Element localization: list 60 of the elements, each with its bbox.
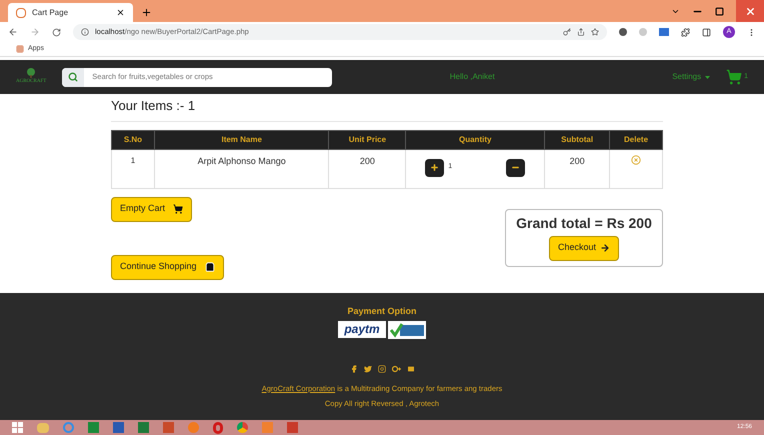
settings-dropdown[interactable]: Settings xyxy=(672,71,710,83)
app-tile-icon[interactable] xyxy=(262,422,273,433)
grand-total-text: Grand total = Rs 200 xyxy=(516,214,652,232)
greeting-text: Hello ,Aniket xyxy=(450,71,495,83)
twitter-icon[interactable] xyxy=(364,364,372,372)
tab-title: Cart Page xyxy=(32,6,70,18)
app-tile-icon[interactable] xyxy=(138,422,149,433)
extension-icon[interactable] xyxy=(619,28,627,36)
column-header: S.No xyxy=(112,130,154,149)
empty-cart-button[interactable]: Empty Cart xyxy=(111,196,192,222)
browser-tab[interactable]: Cart Page xyxy=(8,3,133,22)
bookmark-star-icon[interactable] xyxy=(591,28,599,36)
table-cell: 200 xyxy=(544,149,610,188)
instagram-icon[interactable] xyxy=(378,364,386,372)
increase-button[interactable] xyxy=(425,158,444,176)
column-header: Subtotal xyxy=(544,130,610,149)
column-header: Quantity xyxy=(406,130,545,149)
column-header: Unit Price xyxy=(328,130,406,149)
items-heading: Your Items :- 1 xyxy=(111,96,663,122)
cash-on-delivery-logo-icon xyxy=(388,320,426,338)
back-icon[interactable] xyxy=(8,27,18,37)
plus-icon xyxy=(430,163,440,172)
decrease-button[interactable] xyxy=(506,158,526,176)
app-tile-icon[interactable] xyxy=(163,422,174,433)
extensions-icon[interactable] xyxy=(681,28,690,36)
close-tab-icon[interactable] xyxy=(116,8,125,17)
facebook-icon[interactable] xyxy=(350,364,358,372)
apps-icon[interactable] xyxy=(16,45,24,53)
shopping-bag-icon xyxy=(204,262,215,272)
table-cell: 1 xyxy=(112,149,154,188)
table-cell: Arpit Alphonso Mango xyxy=(154,149,329,188)
continue-shopping-button[interactable]: Continue Shopping xyxy=(111,254,224,280)
site-info-icon xyxy=(81,28,89,36)
new-tab-icon[interactable] xyxy=(141,7,152,18)
app-tile-icon[interactable] xyxy=(88,422,99,433)
windows-icon[interactable] xyxy=(12,422,23,433)
tree-logo-icon xyxy=(26,68,36,78)
close-icon xyxy=(744,6,756,16)
caret-icon xyxy=(705,76,710,78)
paytm-logo: paytm xyxy=(338,320,386,338)
arrow-right-icon xyxy=(600,243,610,253)
google-plus-icon[interactable] xyxy=(392,364,400,372)
checkout-button[interactable]: Checkout xyxy=(548,236,620,260)
key-icon[interactable] xyxy=(563,28,571,36)
share-icon[interactable] xyxy=(577,28,585,36)
reload-icon[interactable] xyxy=(52,28,61,36)
table-cell: 200 xyxy=(328,149,406,188)
column-header: Delete xyxy=(610,130,662,149)
cart-icon[interactable] xyxy=(726,69,742,85)
column-header: Item Name xyxy=(154,130,329,149)
app-tile-icon[interactable] xyxy=(113,422,124,433)
cart-icon xyxy=(173,204,184,214)
close-window-button[interactable] xyxy=(736,0,764,22)
search-icon xyxy=(68,72,78,82)
payment-title: Payment Option xyxy=(347,305,416,318)
maximize-icon[interactable] xyxy=(715,6,724,16)
side-panel-icon[interactable] xyxy=(702,28,711,36)
app-tile-icon[interactable] xyxy=(287,422,298,433)
page-icon xyxy=(16,8,26,18)
mail-icon[interactable] xyxy=(406,364,414,372)
